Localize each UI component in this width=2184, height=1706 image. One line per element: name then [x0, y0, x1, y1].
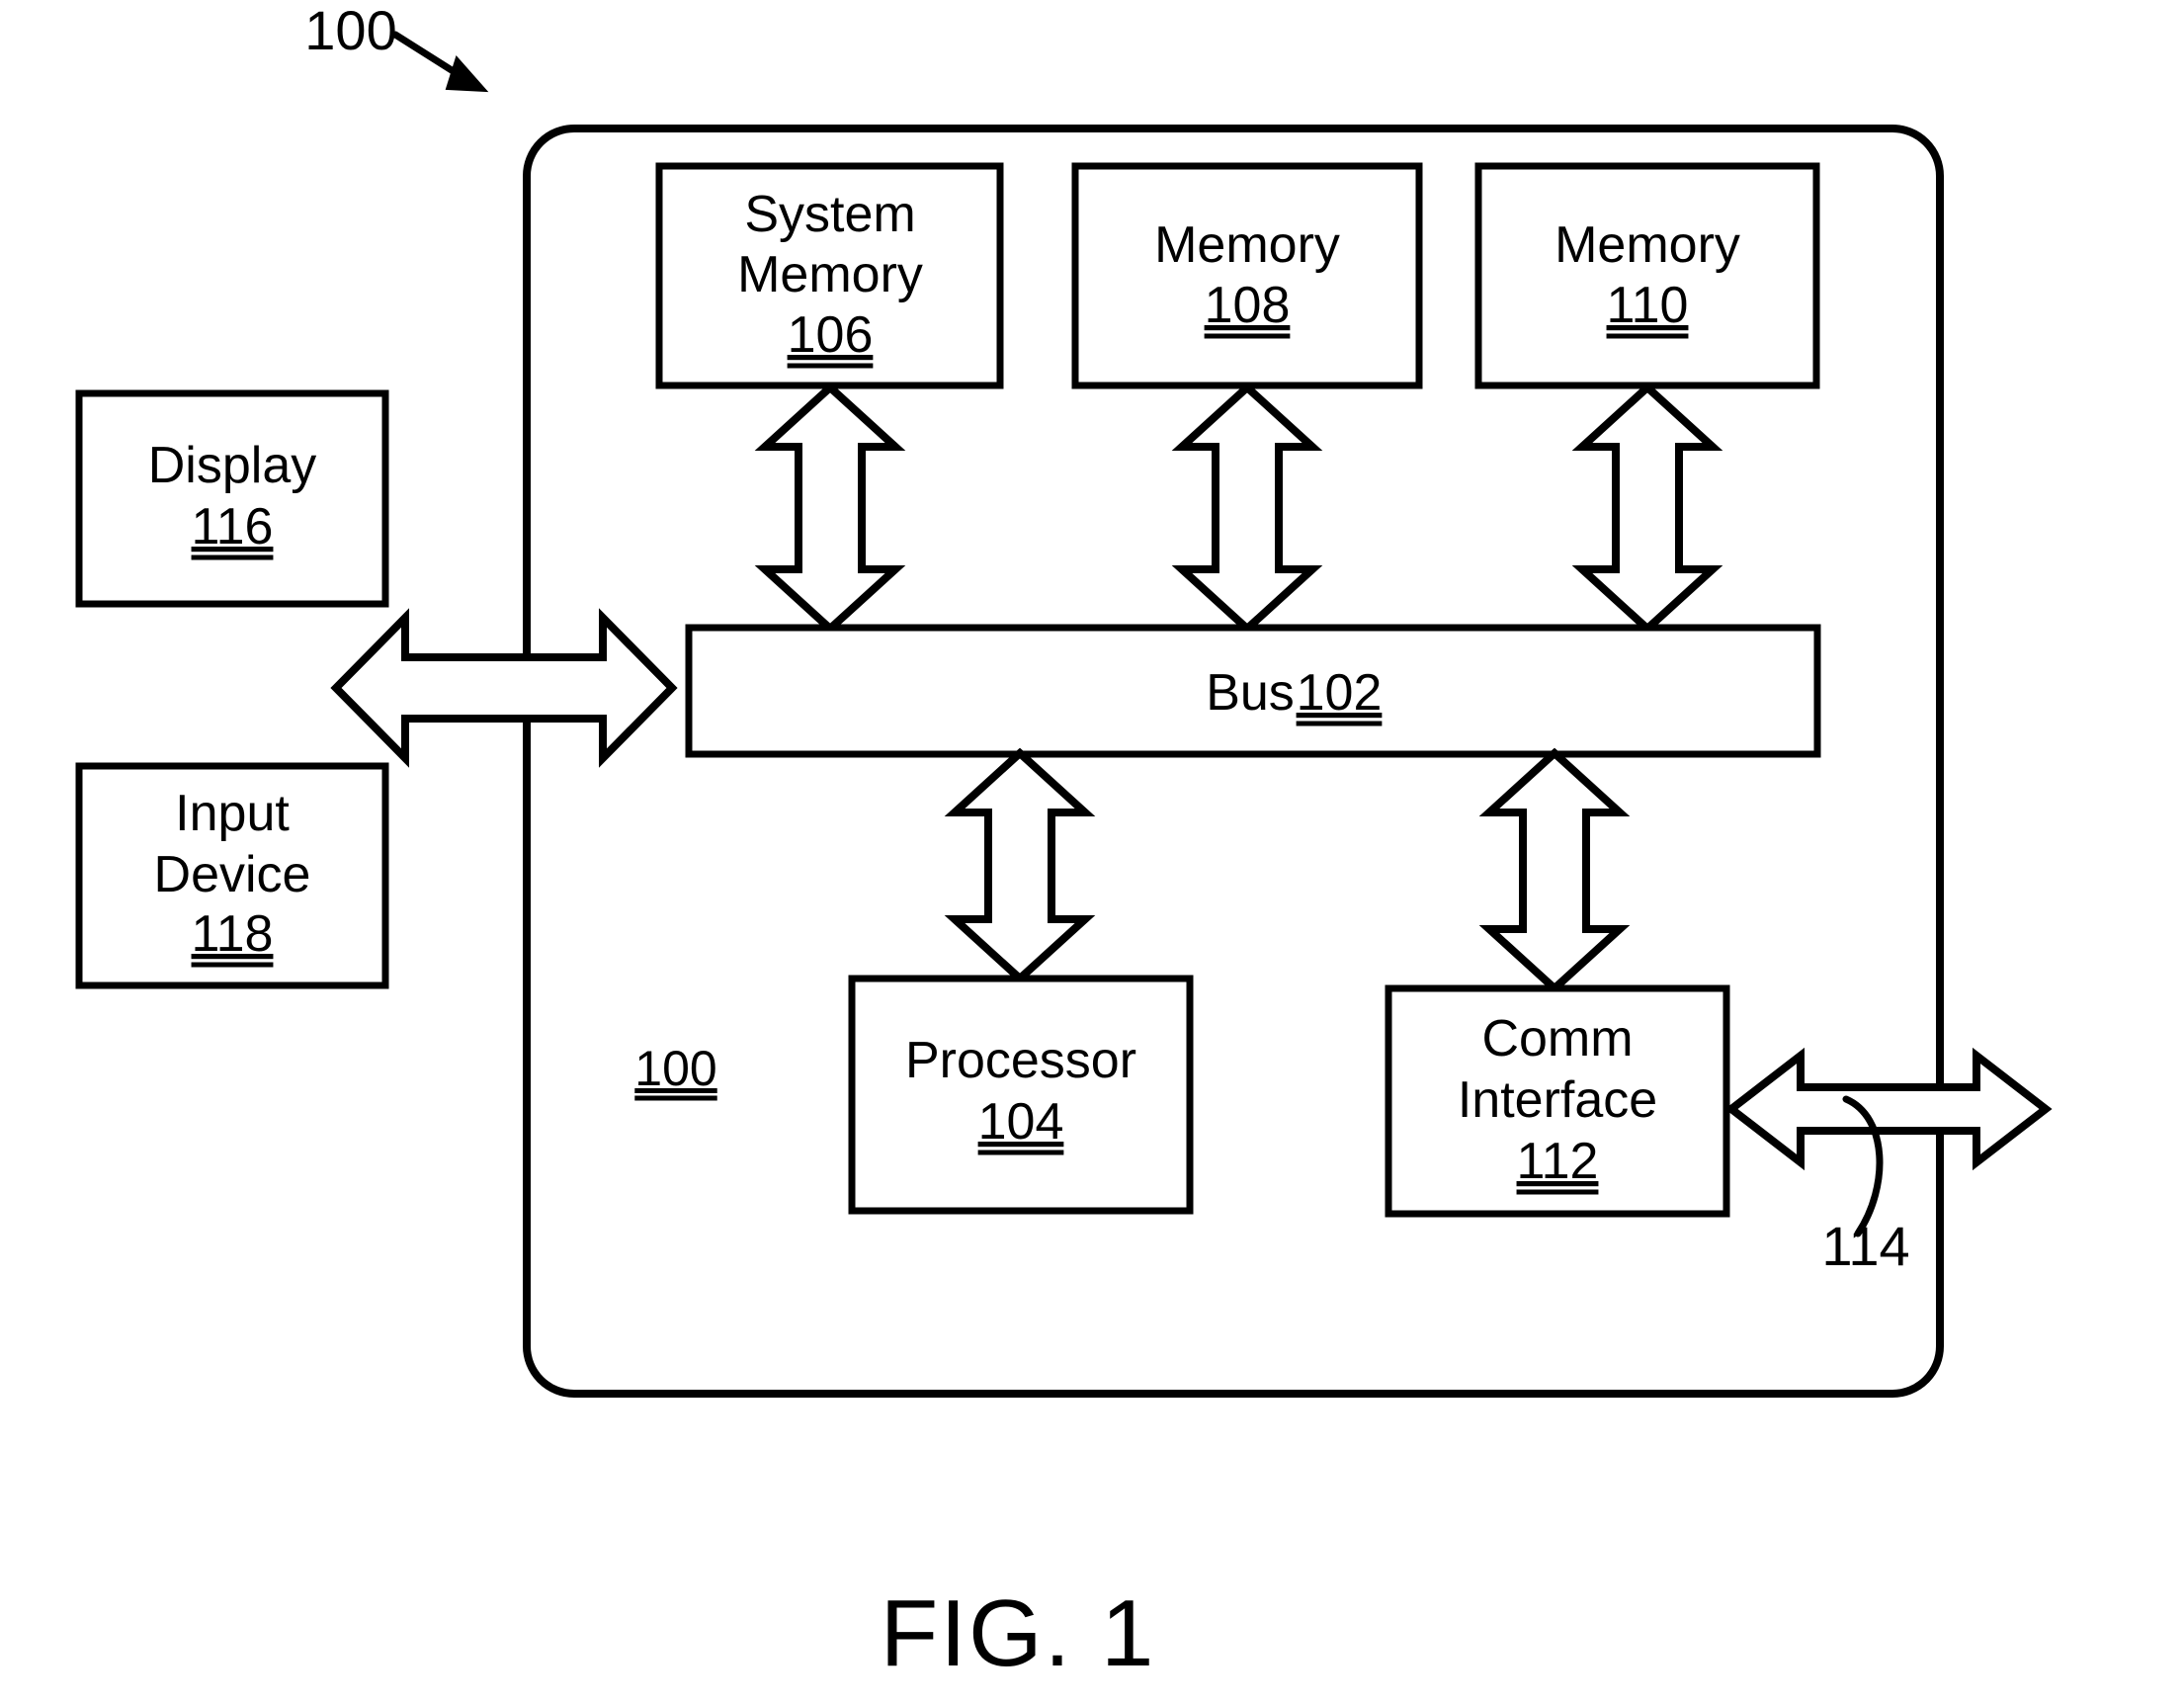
- processor-label: Processor: [905, 1032, 1136, 1089]
- arrow-bus-to-comm-interface: [1478, 747, 1631, 994]
- bus-ref: 102: [1297, 664, 1383, 722]
- input-device-label-line1: Input: [175, 785, 290, 842]
- container-ref-label: 100: [634, 1041, 716, 1096]
- arrow-memory-110-to-bus: [1571, 382, 1723, 635]
- arrow-memory-108-to-bus: [1171, 382, 1323, 635]
- callout-100-top-label: 100: [304, 0, 396, 61]
- arrow-io-to-container: [330, 608, 678, 768]
- comm-interface-ref: 112: [1517, 1133, 1599, 1190]
- memory-108-box: [1071, 162, 1423, 389]
- figure-1-block-diagram: 100 100 System Memory 106 Memory 108 Mem…: [75, 0, 2053, 1686]
- figure-caption: FIG. 1: [881, 1580, 1156, 1686]
- input-device-label-line2: Device: [154, 846, 311, 903]
- memory-108-ref: 108: [1205, 277, 1291, 334]
- memory-110-label: Memory: [1554, 216, 1740, 274]
- comm-interface-label-line1: Comm: [1481, 1010, 1633, 1067]
- memory-110-box: [1474, 162, 1820, 389]
- arrow-system-memory-to-bus: [754, 382, 906, 635]
- processor-ref: 104: [978, 1093, 1064, 1151]
- system-memory-label-line2: Memory: [737, 246, 923, 303]
- input-device-ref: 118: [192, 905, 274, 963]
- display-label: Display: [148, 437, 317, 494]
- callout-100-arrow-icon: [391, 31, 489, 93]
- arrow-bus-to-processor: [944, 747, 1096, 984]
- comm-interface-label-line2: Interface: [1458, 1071, 1657, 1129]
- memory-108-label: Memory: [1154, 216, 1340, 274]
- bus-label-text: Bus: [1206, 664, 1295, 722]
- patent-figure: 100 100 System Memory 106 Memory 108 Mem…: [0, 0, 2184, 1706]
- system-memory-label-line1: System: [744, 186, 915, 243]
- arrow-comm-interface-external: [1724, 1047, 2053, 1171]
- memory-110-ref: 110: [1607, 277, 1689, 334]
- bus-label-group: Bus 102: [1206, 664, 1383, 726]
- display-ref: 116: [192, 498, 274, 555]
- system-memory-ref: 106: [788, 306, 874, 364]
- callout-114-label: 114: [1821, 1215, 1909, 1277]
